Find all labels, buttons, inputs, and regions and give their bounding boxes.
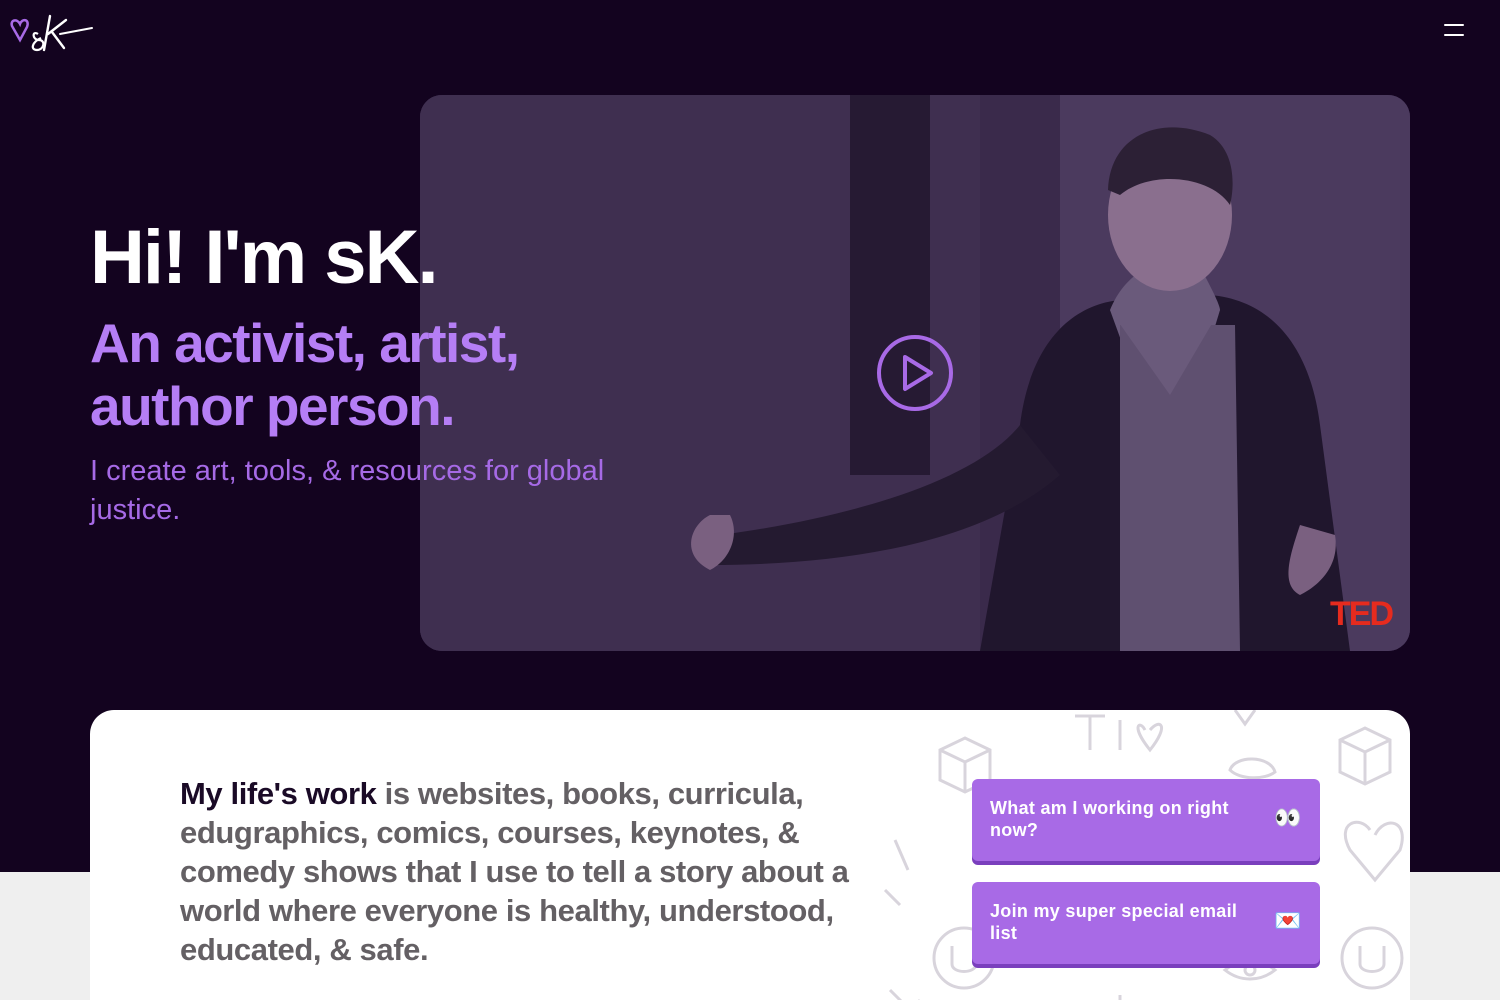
working-on-now-label: What am I working on right now? [990,798,1229,840]
sk-logo-icon[interactable] [8,10,94,52]
page-subtitle: An activist, artist, author person. [90,312,520,437]
page-title: Hi! I'm sK. [90,215,439,300]
love-letter-icon: 💌 [1274,908,1302,933]
life-work-paragraph: My life's work is websites, books, curri… [180,774,870,969]
email-list-button[interactable]: Join my super special email list 💌 [972,882,1320,964]
ted-badge: TED [1330,595,1394,633]
working-on-now-button[interactable]: What am I working on right now? 👀 [972,779,1320,861]
eyes-icon: 👀 [1274,805,1302,830]
life-work-lead: My life's work [180,776,377,811]
tagline: I create art, tools, & resources for glo… [90,455,605,526]
email-list-label: Join my super special email list [990,901,1238,943]
intro-card: My life's work is websites, books, curri… [90,710,1410,1000]
play-circle-icon[interactable] [875,333,955,413]
hamburger-menu-icon[interactable] [1436,16,1476,46]
